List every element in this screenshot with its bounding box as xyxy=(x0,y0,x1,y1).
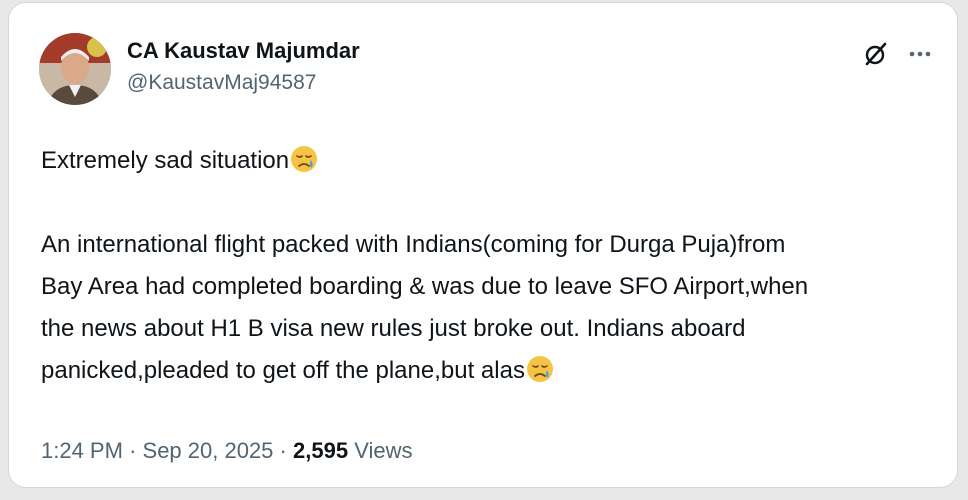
author-block: CA Kaustav Majumdar @KaustavMaj94587 xyxy=(127,36,360,98)
tweet-line: Extremely sad situation xyxy=(41,140,931,182)
tweet-text-line5: panicked,pleaded to get off the plane,bu… xyxy=(41,357,525,384)
tweet-date: Sep 20, 2025 xyxy=(142,438,274,463)
tweet-text-line3: Bay Area had completed boarding & was du… xyxy=(41,273,809,300)
tweet-timestamp-link[interactable]: 1:24 PM · Sep 20, 2025 xyxy=(41,438,273,463)
author-display-name[interactable]: CA Kaustav Majumdar xyxy=(127,36,360,66)
author-handle[interactable]: @KaustavMaj94587 xyxy=(127,68,360,98)
tweet-actions xyxy=(859,37,937,71)
tweet-line: Bay Area had completed boarding & was du… xyxy=(41,266,931,308)
tweet-card: CA Kaustav Majumdar @KaustavMaj94587 Ext… xyxy=(8,2,958,488)
meta-separator: · xyxy=(129,438,137,463)
tweet-line: panicked,pleaded to get off the plane,bu… xyxy=(41,350,931,392)
more-options-icon[interactable] xyxy=(903,37,937,71)
meta-separator: · xyxy=(279,438,287,463)
views-label: Views xyxy=(354,438,413,463)
tweet-text-line1: Extremely sad situation xyxy=(41,147,290,174)
tweet-meta: 1:24 PM · Sep 20, 2025 · 2,595 Views xyxy=(41,436,412,466)
author-avatar[interactable] xyxy=(39,33,111,105)
tweet-text-line2: An international flight packed with Indi… xyxy=(41,231,786,258)
tweet-time: 1:24 PM xyxy=(41,438,123,463)
tweet-line: the news about H1 B visa new rules just … xyxy=(41,308,931,350)
views-count: 2,595 xyxy=(293,438,349,463)
tweet-text-line4: the news about H1 B visa new rules just … xyxy=(41,315,746,342)
avatar-image xyxy=(39,33,111,105)
sad-crying-face-emoji xyxy=(291,146,318,172)
tweet-line: An international flight packed with Indi… xyxy=(41,224,931,266)
tweet-text: Extremely sad situation An international… xyxy=(41,140,931,392)
grok-icon[interactable] xyxy=(859,37,893,71)
sad-crying-face-emoji xyxy=(526,356,553,382)
